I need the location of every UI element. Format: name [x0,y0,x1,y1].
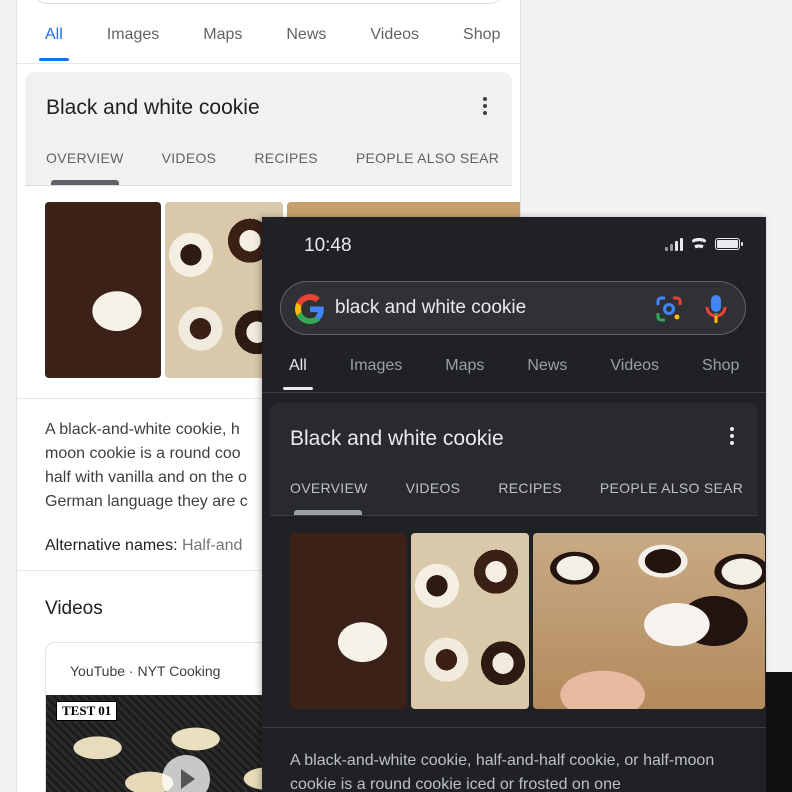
cookie-image-1[interactable] [290,533,407,709]
search-tabs: All Images Maps News Videos Shop [17,26,520,64]
knowledge-card-title: Black and white cookie [46,96,260,119]
tab-shop[interactable]: Shop [463,26,500,63]
play-icon[interactable] [162,755,210,792]
subtab-people-also-search[interactable]: PEOPLE ALSO SEAR [600,480,743,496]
divider [262,727,766,728]
video-thumb-label: TEST 01 [56,701,118,721]
tab-videos[interactable]: Videos [370,26,419,63]
subtab-people-also-search[interactable]: PEOPLE ALSO SEAR [356,150,499,166]
mic-icon[interactable] [705,294,727,324]
status-time: 10:48 [304,235,352,256]
tab-news[interactable]: News [286,26,326,63]
subtab-overview[interactable]: OVERVIEW [46,150,124,166]
tab-all[interactable]: All [283,357,313,392]
snippet-line: moon cookie is a round coo [45,445,241,462]
search-tabs: All Images Maps News Videos Shop [262,357,766,393]
tab-shop[interactable]: Shop [702,357,739,392]
snippet-line: German language they are c [45,493,248,510]
divider [25,185,512,186]
cookie-image-3[interactable] [533,533,765,709]
alt-names-label: Alternative names: [45,537,178,554]
tab-maps[interactable]: Maps [445,357,484,392]
dark-mode-phone: 10:48 black and white cookie All Images … [262,217,766,792]
knowledge-card-title: Black and white cookie [290,427,504,450]
wifi-icon [690,237,708,251]
description-snippet: A black-and-white cookie, half-and-half … [290,752,715,792]
search-bar-edge[interactable] [31,0,506,4]
tab-maps[interactable]: Maps [203,26,242,63]
cookie-image-1[interactable] [45,202,161,378]
subtab-videos[interactable]: VIDEOS [162,150,217,166]
search-query[interactable]: black and white cookie [335,297,526,319]
battery-icon [715,238,743,250]
subtab-videos[interactable]: VIDEOS [406,480,461,496]
knowledge-card-header: Black and white cookie OVERVIEW VIDEOS R… [270,403,758,515]
tab-images[interactable]: Images [107,26,159,63]
kebab-menu-icon[interactable] [730,427,734,448]
subtab-overview[interactable]: OVERVIEW [290,480,368,496]
kebab-menu-icon[interactable] [483,97,487,118]
subtab-recipes[interactable]: RECIPES [254,150,318,166]
knowledge-subtabs: OVERVIEW VIDEOS RECIPES PEOPLE ALSO SEAR [290,480,766,496]
description-snippet: A black-and-white cookie, h moon cookie … [45,418,285,514]
alternative-names: Alternative names: Half-and [45,537,242,555]
google-logo-icon [295,294,324,324]
snippet-line: half with vanilla and on the o [45,469,247,486]
knowledge-card-header: Black and white cookie OVERVIEW VIDEOS R… [25,72,512,186]
status-icons [665,237,743,251]
tab-news[interactable]: News [527,357,567,392]
tab-images[interactable]: Images [350,357,402,392]
videos-heading: Videos [45,598,103,619]
subtab-recipes[interactable]: RECIPES [498,480,562,496]
cookie-image-2[interactable] [411,533,529,709]
divider [270,515,758,516]
video-source: YouTube · NYT Cooking [70,663,221,679]
lens-icon[interactable] [655,295,683,323]
knowledge-subtabs: OVERVIEW VIDEOS RECIPES PEOPLE ALSO SEAR [46,150,520,166]
tab-all[interactable]: All [39,26,69,63]
snippet-line: A black-and-white cookie, h [45,421,240,438]
alt-names-value[interactable]: Half-and [182,537,242,554]
signal-icon [665,237,683,251]
tab-videos[interactable]: Videos [610,357,659,392]
search-bar[interactable]: black and white cookie [280,281,746,335]
image-strip [290,533,765,709]
